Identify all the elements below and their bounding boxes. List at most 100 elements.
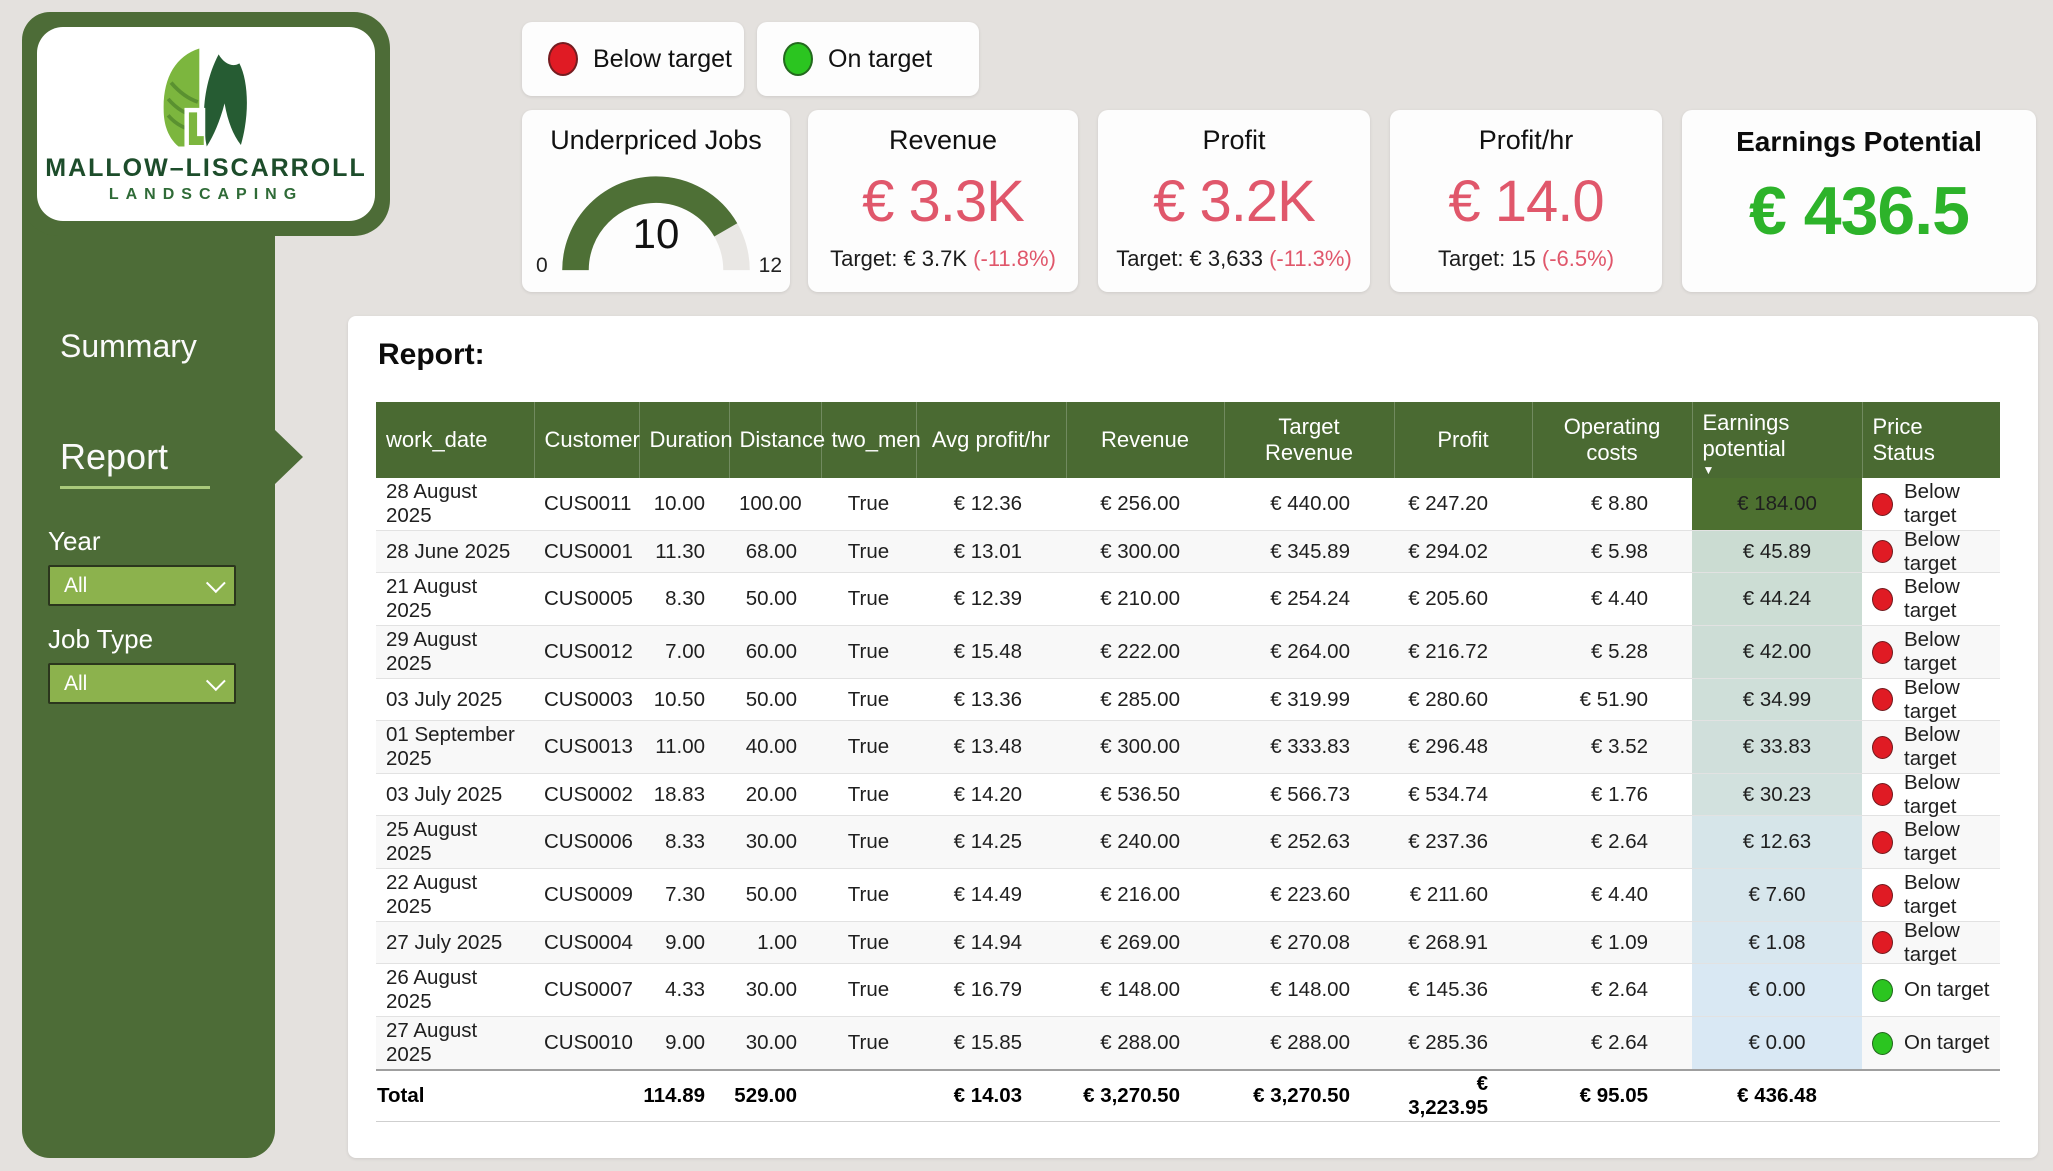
table-row[interactable]: 01 September 2025 CUS0013 11.00 40.00 Tr…: [376, 721, 2000, 774]
sidebar-item-report[interactable]: Report: [60, 436, 168, 478]
cell-distance: 50.00: [729, 573, 821, 626]
cell-duration: 18.83: [639, 774, 729, 816]
kpi-title: Revenue: [808, 125, 1078, 156]
kpi-profit: Profit € 3.2K Target: € 3,633 (-11.3%): [1098, 110, 1370, 292]
column-header-work-date[interactable]: work_date: [376, 402, 534, 478]
cell-customer: CUS0005: [534, 573, 639, 626]
table-row[interactable]: 27 August 2025 CUS0010 9.00 30.00 True €…: [376, 1017, 2000, 1071]
cell-revenue: € 285.00: [1066, 679, 1224, 721]
cell-price-status: Below target: [1862, 573, 2000, 626]
kpi-target-text: Target: € 3.7K: [830, 246, 973, 271]
column-header-target-revenue[interactable]: Target Revenue: [1224, 402, 1394, 478]
gauge-max-label: 12: [759, 254, 782, 278]
cell-operating-costs: € 5.28: [1532, 626, 1692, 679]
cell-duration: 11.30: [639, 531, 729, 573]
cell-profit: € 247.20: [1394, 478, 1532, 531]
cell-profit: € 280.60: [1394, 679, 1532, 721]
cell-two-men: True: [821, 869, 916, 922]
table-row[interactable]: 03 July 2025 CUS0003 10.50 50.00 True € …: [376, 679, 2000, 721]
cell-price-status: On target: [1862, 964, 2000, 1017]
kpi-target-text: Target: € 3,633: [1116, 246, 1269, 271]
cell-revenue: € 222.00: [1066, 626, 1224, 679]
table-row[interactable]: 25 August 2025 CUS0006 8.33 30.00 True €…: [376, 816, 2000, 869]
jobtype-filter-dropdown[interactable]: All: [48, 663, 236, 704]
cell-operating-costs: € 8.80: [1532, 478, 1692, 531]
status-dot-icon: [1872, 979, 1893, 1002]
table-row[interactable]: 27 July 2025 CUS0004 9.00 1.00 True € 14…: [376, 922, 2000, 964]
status-dot-icon: [1872, 688, 1893, 711]
cell-price-status: Below target: [1862, 922, 2000, 964]
table-row[interactable]: 22 August 2025 CUS0009 7.30 50.00 True €…: [376, 869, 2000, 922]
cell-customer: CUS0002: [534, 774, 639, 816]
cell-distance: 40.00: [729, 721, 821, 774]
table-row[interactable]: 28 June 2025 CUS0001 11.30 68.00 True € …: [376, 531, 2000, 573]
cell-duration: 7.30: [639, 869, 729, 922]
sidebar-item-summary[interactable]: Summary: [60, 328, 197, 365]
column-header-two-men[interactable]: two_men: [821, 402, 916, 478]
cell-work-date: 03 July 2025: [376, 774, 534, 816]
kpi-target: Target: € 3,633 (-11.3%): [1098, 246, 1370, 272]
cell-target-revenue: € 319.99: [1224, 679, 1394, 721]
total-earnings-potential: € 436.48: [1692, 1070, 1862, 1122]
cell-customer: CUS0006: [534, 816, 639, 869]
cell-profit: € 268.91: [1394, 922, 1532, 964]
year-filter-dropdown[interactable]: All: [48, 565, 236, 606]
cell-profit: € 296.48: [1394, 721, 1532, 774]
table-row[interactable]: 26 August 2025 CUS0007 4.33 30.00 True €…: [376, 964, 2000, 1017]
cell-duration: 7.00: [639, 626, 729, 679]
cell-avg-profit-hr: € 12.39: [916, 573, 1066, 626]
cell-operating-costs: € 1.76: [1532, 774, 1692, 816]
cell-distance: 30.00: [729, 816, 821, 869]
column-header-duration[interactable]: Duration: [639, 402, 729, 478]
table-row[interactable]: 29 August 2025 CUS0012 7.00 60.00 True €…: [376, 626, 2000, 679]
cell-earnings-potential: € 42.00: [1692, 626, 1862, 679]
table-row[interactable]: 21 August 2025 CUS0005 8.30 50.00 True €…: [376, 573, 2000, 626]
kpi-value: € 436.5: [1682, 172, 2036, 250]
cell-operating-costs: € 4.40: [1532, 573, 1692, 626]
column-header-profit[interactable]: Profit: [1394, 402, 1532, 478]
cell-avg-profit-hr: € 14.20: [916, 774, 1066, 816]
column-header-distance[interactable]: Distance: [729, 402, 821, 478]
cell-distance: 30.00: [729, 1017, 821, 1071]
cell-avg-profit-hr: € 15.48: [916, 626, 1066, 679]
cell-two-men: True: [821, 721, 916, 774]
report-title: Report:: [378, 338, 485, 372]
report-panel: Report: work_date Customer Duration Dist…: [348, 316, 2038, 1158]
table-row[interactable]: 03 July 2025 CUS0002 18.83 20.00 True € …: [376, 774, 2000, 816]
column-header-price-status[interactable]: Price Status: [1862, 402, 2000, 478]
cell-customer: CUS0011: [534, 478, 639, 531]
cell-two-men: True: [821, 679, 916, 721]
status-dot-icon: [1872, 540, 1893, 563]
cell-target-revenue: € 345.89: [1224, 531, 1394, 573]
cell-work-date: 22 August 2025: [376, 869, 534, 922]
column-header-operating-costs[interactable]: Operating costs: [1532, 402, 1692, 478]
total-avg-profit-hr: € 14.03: [916, 1070, 1066, 1122]
status-dot-icon: [1872, 783, 1893, 806]
column-header-customer[interactable]: Customer: [534, 402, 639, 478]
gauge-min-label: 0: [536, 254, 548, 278]
cell-operating-costs: € 51.90: [1532, 679, 1692, 721]
cell-avg-profit-hr: € 14.49: [916, 869, 1066, 922]
cell-profit: € 211.60: [1394, 869, 1532, 922]
cell-revenue: € 536.50: [1066, 774, 1224, 816]
cell-distance: 100.00: [729, 478, 821, 531]
cell-profit: € 216.72: [1394, 626, 1532, 679]
year-filter-value: All: [64, 574, 87, 598]
cell-operating-costs: € 3.52: [1532, 721, 1692, 774]
cell-duration: 8.30: [639, 573, 729, 626]
report-table-body: 28 August 2025 CUS0011 10.00 100.00 True…: [376, 478, 2000, 1070]
total-label: Total: [376, 1070, 534, 1122]
sort-desc-icon[interactable]: ▼: [1703, 464, 1852, 476]
cell-two-men: True: [821, 816, 916, 869]
cell-duration: 8.33: [639, 816, 729, 869]
kpi-title: Profit/hr: [1390, 125, 1662, 156]
cell-status-label: Below target: [1904, 628, 1990, 676]
column-header-avg-profit-hr[interactable]: Avg profit/hr: [916, 402, 1066, 478]
column-header-revenue[interactable]: Revenue: [1066, 402, 1224, 478]
column-header-earnings-potential[interactable]: Earnings potential ▼: [1692, 402, 1862, 478]
table-row[interactable]: 28 August 2025 CUS0011 10.00 100.00 True…: [376, 478, 2000, 531]
jobtype-filter-label: Job Type: [48, 624, 153, 655]
kpi-title: Earnings Potential: [1682, 126, 2036, 158]
cell-duration: 11.00: [639, 721, 729, 774]
cell-target-revenue: € 252.63: [1224, 816, 1394, 869]
